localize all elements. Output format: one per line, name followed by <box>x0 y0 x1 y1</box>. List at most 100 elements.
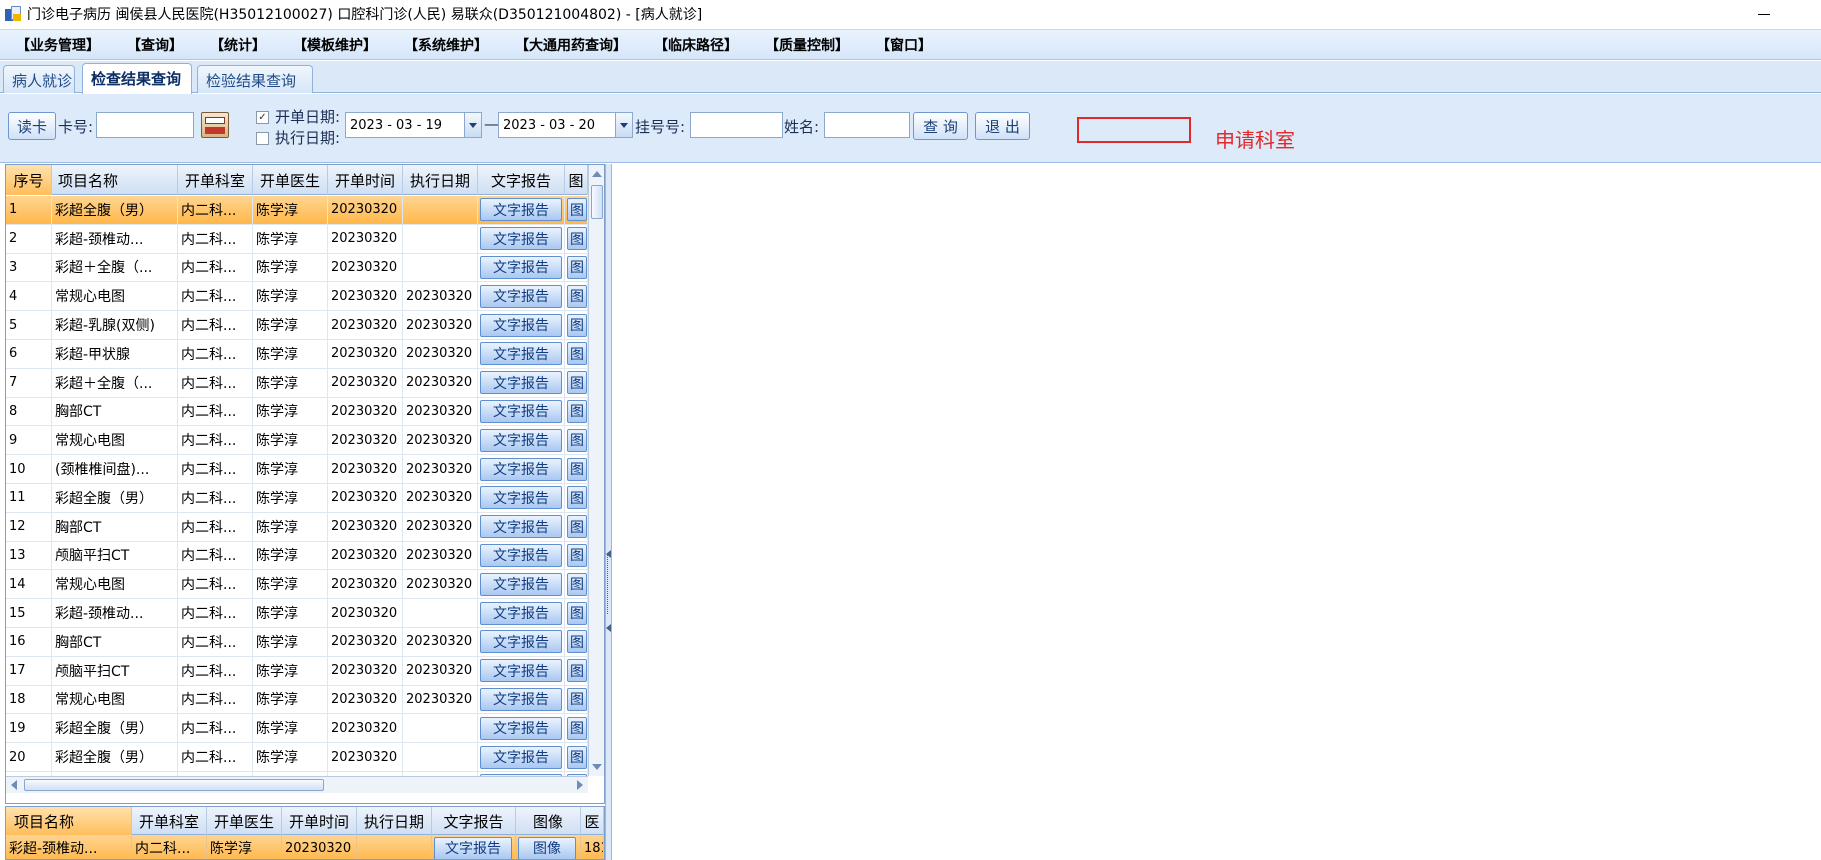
text-report-button[interactable]: 文字报告 <box>480 486 562 510</box>
text-report-button[interactable]: 文字报告 <box>480 601 562 625</box>
table-row[interactable]: 1 彩超全腹（男） 内二科... 陈学淳 20230320 文字报告图 <box>6 196 588 225</box>
menu-drug-query[interactable]: 【大通用药查询】 <box>515 35 627 55</box>
table-row[interactable]: 16 胸部CT 内二科... 陈学淳 20230320 20230320 文字报告图 <box>6 627 588 657</box>
image-button[interactable]: 图 <box>567 255 587 279</box>
menu-quality[interactable]: 【质量控制】 <box>765 35 849 55</box>
text-report-button[interactable]: 文字报告 <box>480 630 562 654</box>
text-report-button[interactable]: 文字报告 <box>480 428 562 452</box>
table-row[interactable]: 12 胸部CT 内二科... 陈学淳 20230320 20230320 文字报告图 <box>6 512 588 542</box>
text-report-button[interactable]: 文字报告 <box>480 198 562 222</box>
image-button[interactable]: 图 <box>567 342 587 366</box>
menu-system[interactable]: 【系统维护】 <box>404 35 488 55</box>
image-button[interactable]: 图 <box>567 198 587 222</box>
image-button[interactable]: 图 <box>567 227 587 251</box>
table-row[interactable]: 15 彩超-颈椎动... 内二科... 陈学淳 20230320 文字报告图 <box>6 599 588 628</box>
date-from-dropdown[interactable] <box>464 113 481 137</box>
table-row[interactable]: 10 (颈椎椎间盘)... 内二科... 陈学淳 20230320 20230320 文字报… <box>6 455 588 484</box>
col-order-doctor[interactable]: 开单医生 <box>253 165 328 195</box>
exit-button[interactable]: 退 出 <box>975 112 1030 140</box>
image-button[interactable]: 图 <box>567 601 587 625</box>
image-button[interactable]: 图 <box>567 457 587 481</box>
image-button[interactable]: 图 <box>567 572 587 596</box>
detail-image-button[interactable]: 图像 <box>518 836 576 859</box>
scroll-left-icon[interactable] <box>11 780 17 790</box>
text-report-button[interactable]: 文字报告 <box>480 687 562 711</box>
image-button[interactable]: 图 <box>567 399 587 423</box>
collapse-left-icon[interactable] <box>606 624 611 632</box>
image-button[interactable]: 图 <box>567 515 587 539</box>
vertical-scrollbar[interactable] <box>588 165 604 776</box>
date-to-dropdown[interactable] <box>615 113 632 137</box>
col-order-time[interactable]: 开单时间 <box>328 165 403 195</box>
text-report-button[interactable]: 文字报告 <box>480 399 562 423</box>
table-row[interactable]: 20 彩超全腹（男） 内二科... 陈学淳 20230320 文字报告图 <box>6 743 588 772</box>
text-report-button[interactable]: 文字报告 <box>480 342 562 366</box>
splitter-grip[interactable] <box>607 554 610 614</box>
menu-window[interactable]: 【窗口】 <box>876 35 932 55</box>
text-report-button[interactable]: 文字报告 <box>480 543 562 567</box>
image-button[interactable]: 图 <box>567 313 587 337</box>
hscroll-thumb[interactable] <box>24 779 324 791</box>
table-row[interactable]: 2 彩超-颈椎动... 内二科... 陈学淳 20230320 文字报告图 <box>6 224 588 254</box>
detail-col-exec-date[interactable]: 执行日期 <box>357 807 432 835</box>
image-button[interactable]: 图 <box>567 543 587 567</box>
table-row[interactable]: 14 常规心电图 内二科... 陈学淳 20230320 20230320 文字报告图 <box>6 570 588 600</box>
image-button[interactable]: 图 <box>567 371 587 395</box>
image-button[interactable]: 图 <box>567 428 587 452</box>
text-report-button[interactable]: 文字报告 <box>480 284 562 308</box>
order-date-checkbox[interactable]: ✓ <box>256 111 269 124</box>
card-number-input[interactable] <box>96 112 194 138</box>
detail-col-item-name[interactable]: 项目名称 <box>6 807 132 835</box>
table-row[interactable]: 18 常规心电图 内二科... 陈学淳 20230320 20230320 文字报告图 <box>6 685 588 715</box>
image-button[interactable]: 图 <box>567 284 587 308</box>
detail-col-image[interactable]: 图像 <box>516 807 581 835</box>
scroll-right-icon[interactable] <box>577 780 583 790</box>
table-row[interactable]: 5 彩超-乳腺(双侧) 内二科... 陈学淳 20230320 20230320 文字报告图 <box>6 311 588 340</box>
detail-col-doctor[interactable]: 医 <box>581 807 604 835</box>
text-report-button[interactable]: 文字报告 <box>480 313 562 337</box>
menu-query[interactable]: 【查询】 <box>127 35 183 55</box>
col-order-dept[interactable]: 开单科室 <box>178 165 253 195</box>
date-from-picker[interactable]: 2023 - 03 - 19 <box>345 112 482 138</box>
table-row[interactable]: 11 彩超全腹（男） 内二科... 陈学淳 20230320 20230320 文字报告图 <box>6 483 588 513</box>
table-row[interactable]: 6 彩超-甲状腺 内二科... 陈学淳 20230320 20230320 文字报告图 <box>6 339 588 369</box>
table-row[interactable]: 9 常规心电图 内二科... 陈学淳 20230320 20230320 文字报告图 <box>6 426 588 456</box>
text-report-button[interactable]: 文字报告 <box>480 572 562 596</box>
menu-business[interactable]: 【业务管理】 <box>16 35 100 55</box>
text-report-button[interactable]: 文字报告 <box>480 371 562 395</box>
table-row[interactable]: 8 胸部CT 内二科... 陈学淳 20230320 20230320 文字报告图 <box>6 397 588 427</box>
panel-splitter[interactable] <box>605 164 612 860</box>
table-row[interactable]: 7 彩超＋全腹（... 内二科... 陈学淳 20230320 20230320 文字报告图 <box>6 368 588 398</box>
text-report-button[interactable]: 文字报告 <box>480 515 562 539</box>
detail-row[interactable]: 彩超-颈椎动... 内二科... 陈学淳 20230320 文字报告 图像 18… <box>6 835 604 859</box>
horizontal-scrollbar[interactable] <box>6 776 588 793</box>
scroll-down-icon[interactable] <box>592 764 602 770</box>
image-button[interactable]: 图 <box>567 745 587 769</box>
detail-col-order-time[interactable]: 开单时间 <box>282 807 357 835</box>
text-report-button[interactable]: 文字报告 <box>480 255 562 279</box>
menu-template[interactable]: 【模板维护】 <box>293 35 377 55</box>
image-button[interactable]: 图 <box>567 486 587 510</box>
name-input[interactable] <box>824 112 910 138</box>
exec-date-checkbox[interactable] <box>256 132 269 145</box>
image-button[interactable]: 图 <box>567 659 587 683</box>
read-card-button[interactable]: 读卡 <box>8 112 56 140</box>
table-row[interactable]: 19 彩超全腹（男） 内二科... 陈学淳 20230320 文字报告图 <box>6 714 588 744</box>
table-row[interactable]: 13 颅脑平扫CT 内二科... 陈学淳 20230320 20230320 文字报告图 <box>6 541 588 571</box>
detail-text-report-button[interactable]: 文字报告 <box>434 836 512 859</box>
image-button[interactable]: 图 <box>567 687 587 711</box>
menu-statistics[interactable]: 【统计】 <box>210 35 266 55</box>
scroll-thumb[interactable] <box>591 185 603 219</box>
minimize-button[interactable] <box>1749 2 1779 26</box>
tab-exam-results[interactable]: 检查结果查询 <box>82 63 192 94</box>
table-row[interactable]: 4 常规心电图 内二科... 陈学淳 20230320 20230320 文字报告图 <box>6 282 588 312</box>
text-report-button[interactable]: 文字报告 <box>480 227 562 251</box>
detail-col-order-dept[interactable]: 开单科室 <box>132 807 207 835</box>
tab-lab-results[interactable]: 检验结果查询 <box>197 65 313 93</box>
table-row[interactable]: 3 彩超＋全腹（... 内二科... 陈学淳 20230320 文字报告图 <box>6 253 588 283</box>
scroll-up-icon[interactable] <box>592 171 602 177</box>
query-button[interactable]: 查 询 <box>913 112 968 140</box>
text-report-button[interactable]: 文字报告 <box>480 659 562 683</box>
col-exec-date[interactable]: 执行日期 <box>403 165 478 195</box>
text-report-button[interactable]: 文字报告 <box>480 457 562 481</box>
